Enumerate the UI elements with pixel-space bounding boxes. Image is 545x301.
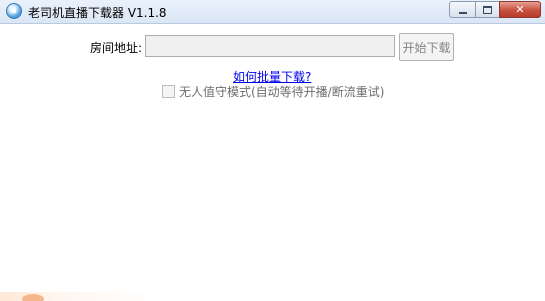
close-button[interactable]: ✕ [499,1,541,18]
maximize-icon [483,5,492,14]
title-bar: 老司机直播下载器 V1.1.8 ✕ [0,0,545,24]
minimize-icon [458,11,467,14]
corner-decoration-shape [22,294,44,301]
unattended-mode-option[interactable]: 无人值守模式(自动等待开播/断流重试) [162,84,385,99]
minimize-button[interactable] [449,1,475,18]
unattended-mode-label: 无人值守模式(自动等待开播/断流重试) [179,84,385,99]
window-title: 老司机直播下载器 V1.1.8 [28,6,167,20]
room-address-label: 房间地址: [90,41,143,55]
unattended-mode-checkbox[interactable] [162,84,175,98]
start-download-button[interactable]: 开始下载 [399,33,454,61]
app-icon [6,3,22,19]
maximize-button[interactable] [475,1,499,18]
close-icon: ✕ [515,3,525,16]
room-address-input[interactable] [145,35,395,57]
window-controls: ✕ [449,1,541,19]
